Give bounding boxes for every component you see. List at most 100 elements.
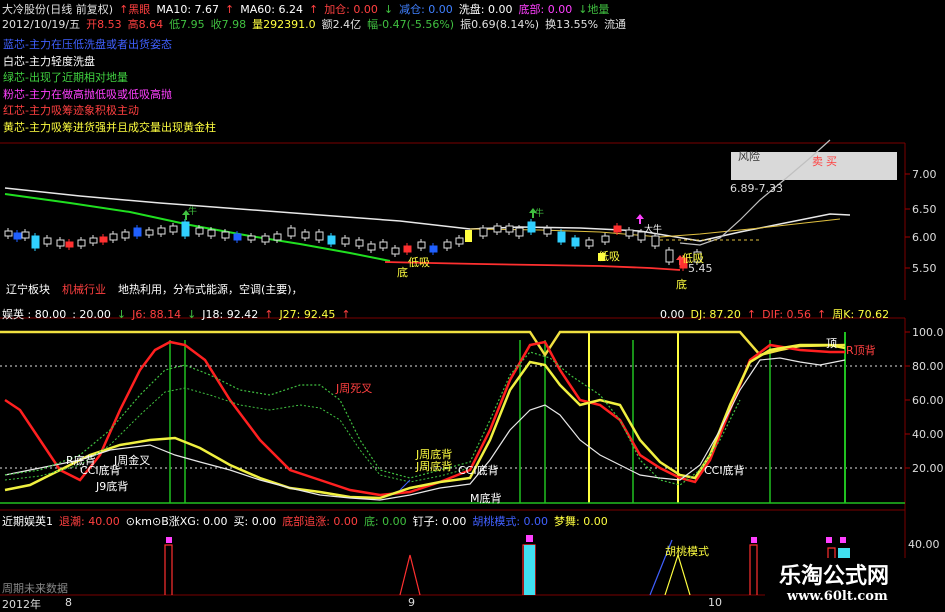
candle: [455, 237, 464, 245]
candle: [157, 227, 166, 235]
candle: [4, 230, 13, 237]
candle: [287, 227, 296, 237]
price-annotation: 牛: [535, 209, 545, 219]
candle: [207, 229, 216, 237]
range-label: 6.89-7.33: [730, 182, 783, 195]
indicator-value: ↓: [116, 307, 127, 321]
sector-tag: 地热利用，分布式能源，空调(主要)，: [118, 283, 303, 296]
ind-annotation: J9底背: [96, 480, 129, 493]
header-field: MA60: 6.24: [240, 2, 303, 16]
watermark-title: 乐淘公式网: [779, 564, 890, 589]
ind-annotation: CCI底背: [704, 464, 745, 477]
candle: [56, 239, 65, 247]
indicator-value: DIF: 0.56: [762, 307, 812, 321]
walnut-pattern-label: 胡桃模式: [665, 545, 709, 558]
header-line-2: 2012/10/19/五 开8.53 高8.64 低7.95 收7.98 量292391.…: [2, 16, 626, 32]
candle: [169, 225, 178, 233]
header-field: 高8.64: [127, 18, 164, 31]
sector-tag: 辽宁板块: [6, 283, 50, 296]
bottom-indicator-value: 买: 0.00: [233, 515, 277, 528]
candle: [505, 225, 514, 233]
candle: [89, 237, 98, 244]
indicator-value: 0.00: [660, 307, 685, 321]
axis-tick-label: 20.00: [912, 462, 944, 475]
candle: [109, 233, 118, 241]
candle: [133, 227, 142, 237]
candle: [557, 231, 566, 243]
future-data-hint: 周期未来数据: [2, 582, 68, 595]
ind-annotation: J周死叉: [336, 382, 373, 395]
time-axis-label: 10: [708, 596, 722, 609]
axis-tick-label: 40.00: [912, 428, 944, 441]
candle: [315, 231, 324, 241]
header-field: 额2.4亿: [321, 18, 362, 31]
header-field: 2012/10/19/五: [2, 18, 81, 31]
sector-tag: 机械行业: [62, 283, 106, 296]
indicator-value: J18: 92.42: [202, 307, 259, 321]
indicator-value: DJ: 87.20: [690, 307, 741, 321]
indicator-value: 周K: 70.62: [832, 308, 890, 321]
header-field: ↑: [308, 2, 319, 16]
candle: [613, 225, 622, 233]
bottom-axis-label: 40.00: [908, 538, 940, 551]
indicator-value: ↑: [817, 307, 827, 321]
header-field: 洗盘: 0.00: [458, 3, 513, 16]
sell-label: 卖: [812, 155, 823, 168]
candle: [13, 232, 22, 240]
price-annotation: 底: [397, 266, 408, 279]
header-field: ↓地量: [578, 3, 610, 16]
candle: [181, 221, 190, 237]
candle: [221, 231, 230, 239]
candle: [65, 241, 74, 248]
candle: [327, 235, 336, 245]
candle: [585, 239, 594, 247]
time-axis-label: 2012年: [2, 598, 41, 611]
header-field: 低7.95: [169, 18, 205, 31]
ind-annotation: CCI底背: [80, 464, 121, 477]
bottom-indicator-value: 底部追涨: 0.00: [282, 515, 358, 528]
bottom-header: 近期娱英1 退潮: 40.00 ⊙km⊙B涨XG: 0.00 买: 0.00 底部追涨:…: [2, 513, 608, 529]
time-axis-label: 8: [65, 596, 72, 609]
buy-label: 买: [826, 155, 837, 168]
price-panel: 7.00 6.50 6.00 5.50: [0, 139, 937, 300]
header-field: ↓: [383, 2, 394, 16]
candle: [391, 247, 400, 255]
axis-tick-label: 6.00: [912, 231, 937, 244]
candle: [479, 227, 488, 237]
bottom-indicator-value: 底: 0.00: [363, 515, 407, 528]
legend-item: 绿芯-出现了近期相对地量: [3, 71, 128, 84]
candle: [429, 245, 438, 253]
candle: [99, 236, 108, 243]
price-annotation: 低吸: [598, 250, 620, 263]
candle: [261, 235, 270, 243]
ind-annotation: CCI底背: [458, 464, 499, 477]
indicator-value: : 20.00: [72, 307, 111, 321]
header-field: 加仓: 0.00: [324, 3, 378, 16]
candle: [341, 237, 350, 245]
header-field: 流通: [604, 18, 627, 31]
axis-tick-label: 100.0: [912, 326, 944, 339]
bottom-indicator-value: 钉子: 0.00: [412, 515, 467, 528]
candle: [301, 231, 310, 239]
candle: [233, 233, 242, 241]
candle: [571, 237, 580, 247]
indicator-value: 娱英 : 80.00: [2, 308, 67, 321]
watermark-box: 乐淘公式网 www.60lt.com: [765, 558, 945, 609]
indicator-header-right: 0.00 DJ: 87.20 ↑ DIF: 0.56 ↑ 周K: 70.62: [660, 306, 889, 322]
legend-item: 蓝芯-主力在压低洗盘或者出货姿态: [3, 38, 172, 51]
yellow-band-line: [0, 330, 846, 358]
header-field: 开8.53: [86, 18, 122, 31]
price-annotation: 底: [676, 278, 687, 291]
axis-tick-label: 60.00: [912, 394, 944, 407]
candle: [543, 227, 552, 235]
candle: [31, 235, 40, 249]
legend-item: 白芯-主力轻度洗盘: [3, 54, 95, 68]
candle: [665, 249, 674, 263]
indicator-value: ↓: [187, 307, 197, 321]
axis-tick-label: 80.00: [912, 360, 944, 373]
header-field: 量292391.0: [252, 18, 316, 31]
candle: [527, 221, 536, 233]
candle: [443, 241, 452, 249]
header-field: 减仓: 0.00: [399, 3, 453, 16]
candle: [247, 235, 256, 241]
